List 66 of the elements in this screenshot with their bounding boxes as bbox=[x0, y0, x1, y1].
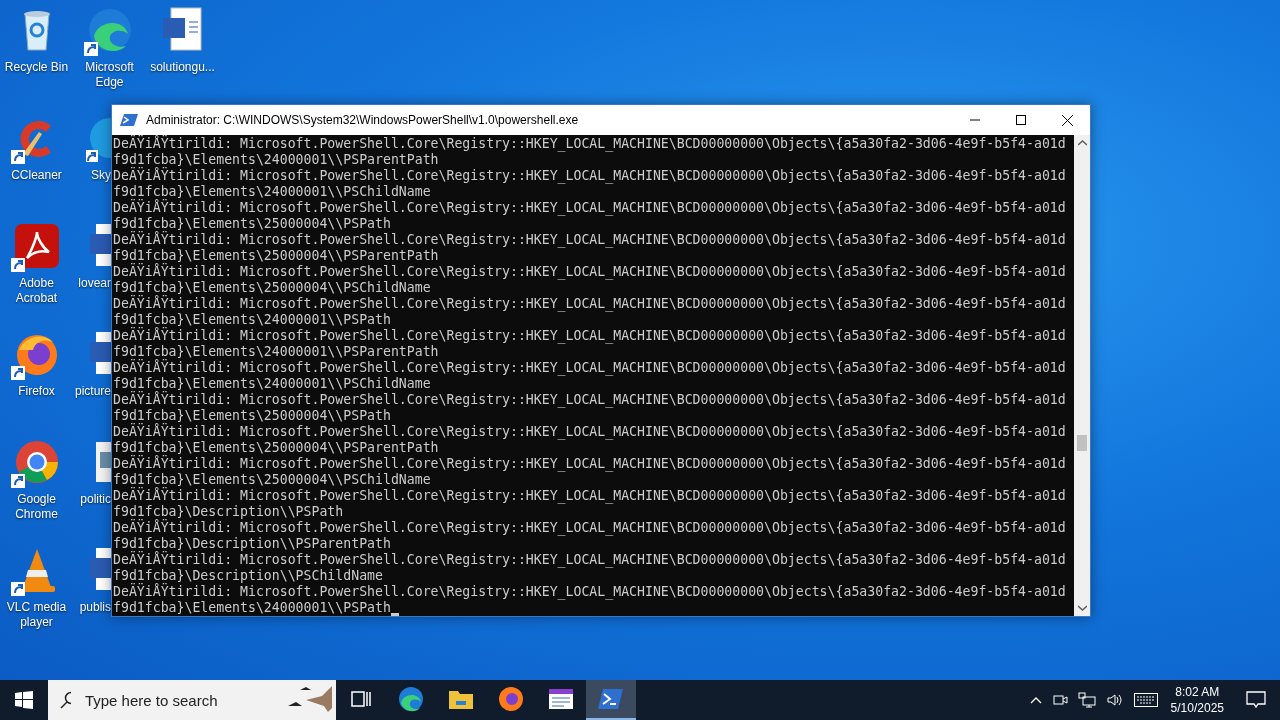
console-line: DeÄŸiÅŸtirildi: Microsoft.PowerShell.Core\Registry::HKEY_LOCAL_MACHINE\BCD00000000\Objects\{a5a30fa2-3d06-4e9f-b5f4-a01d bbox=[113, 584, 1067, 600]
console-line: f9d1fcba}\Elements\25000004\\PSParentPath bbox=[113, 440, 440, 456]
clock[interactable]: 8:02 AM 5/10/2025 bbox=[1162, 684, 1232, 716]
icon-label[interactable]: politic bbox=[80, 492, 111, 507]
scroll-down-icon[interactable] bbox=[1077, 605, 1087, 611]
console-line: f9d1fcba}\Elements\24000001\\PSChildName bbox=[113, 184, 432, 200]
console-line: f9d1fcba}\Elements\25000004\\PSPath bbox=[113, 216, 392, 232]
firefox-icon bbox=[498, 686, 524, 712]
icon-label[interactable]: picture bbox=[74, 384, 111, 399]
close-icon bbox=[1061, 114, 1073, 126]
edge-icon bbox=[398, 686, 424, 712]
window-app-icon bbox=[547, 687, 575, 711]
scrollbar[interactable] bbox=[1074, 135, 1090, 616]
console-line: f9d1fcba}\Elements\25000004\\PSChildName bbox=[113, 472, 432, 488]
console-line: f9d1fcba}\Description\\PSPath bbox=[113, 504, 345, 520]
console-line: DeÄŸiÅŸtirildi: Microsoft.PowerShell.Core\Registry::HKEY_LOCAL_MACHINE\BCD00000000\Objects\{a5a30fa2-3d06-4e9f-b5f4-a01d bbox=[113, 552, 1067, 568]
icon-label[interactable]: Microsoft Edge bbox=[73, 60, 146, 90]
icon-label[interactable]: Recycle Bin bbox=[4, 60, 69, 75]
icon-label[interactable]: Adobe Acrobat bbox=[0, 276, 73, 306]
console-line: DeÄŸiÅŸtirildi: Microsoft.PowerShell.Core\Registry::HKEY_LOCAL_MACHINE\BCD00000000\Objects\{a5a30fa2-3d06-4e9f-b5f4-a01d bbox=[113, 168, 1067, 184]
chrome-icon[interactable] bbox=[12, 438, 61, 486]
scroll-up-icon[interactable] bbox=[1077, 140, 1087, 146]
console-line: f9d1fcba}\Elements\24000001\\PSPath bbox=[113, 312, 392, 328]
console-line: DeÄŸiÅŸtirildi: Microsoft.PowerShell.Core\Registry::HKEY_LOCAL_MACHINE\BCD00000000\Objects\{a5a30fa2-3d06-4e9f-b5f4-a01d bbox=[113, 232, 1067, 248]
console-line: f9d1fcba}\Elements\24000001\\PSParentPath bbox=[113, 344, 440, 360]
icon-label[interactable]: lovear bbox=[78, 276, 111, 291]
console-line: f9d1fcba}\Elements\24000001\\PSPath bbox=[113, 600, 1074, 616]
icon-label[interactable]: Google Chrome bbox=[0, 492, 73, 522]
console-line: DeÄŸiÅŸtirildi: Microsoft.PowerShell.Core\Registry::HKEY_LOCAL_MACHINE\BCD00000000\Objects\{a5a30fa2-3d06-4e9f-b5f4-a01d bbox=[113, 488, 1067, 504]
console-line: f9d1fcba}\Elements\24000001\\PSChildName bbox=[113, 376, 432, 392]
windows-logo-icon bbox=[15, 691, 33, 709]
console-line: f9d1fcba}\Description\\PSParentPath bbox=[113, 536, 392, 552]
search-bar[interactable]: Type here to search bbox=[48, 680, 336, 720]
console-line: DeÄŸiÅŸtirildi: Microsoft.PowerShell.Core\Registry::HKEY_LOCAL_MACHINE\BCD00000000\Objects\{a5a30fa2-3d06-4e9f-b5f4-a01d bbox=[113, 456, 1067, 472]
task-view-icon bbox=[350, 689, 372, 709]
edge-icon[interactable] bbox=[85, 6, 134, 54]
console-line: f9d1fcba}\Elements\25000004\\PSParentPath bbox=[113, 248, 440, 264]
console-line: f9d1fcba}\Elements\25000004\\PSChildName bbox=[113, 280, 432, 296]
icon-label[interactable]: publis bbox=[79, 600, 111, 615]
powershell-icon bbox=[598, 688, 624, 710]
search-icon bbox=[60, 691, 71, 709]
console-line: DeÄŸiÅŸtirildi: Microsoft.PowerShell.Core\Registry::HKEY_LOCAL_MACHINE\BCD00000000\Objects\{a5a30fa2-3d06-4e9f-b5f4-a01d bbox=[113, 360, 1067, 376]
icon-label[interactable]: CCleaner bbox=[11, 168, 62, 183]
maximize-icon bbox=[1016, 115, 1026, 125]
console-line: DeÄŸiÅŸtirildi: Microsoft.PowerShell.Core\Registry::HKEY_LOCAL_MACHINE\BCD00000000\Objects\{a5a30fa2-3d06-4e9f-b5f4-a01d bbox=[113, 264, 1067, 280]
window-title: Administrator: C:\WINDOWS\System32\WindowsPowerShell\v1.0\powershell.exe bbox=[146, 113, 580, 127]
scroll-thumb[interactable] bbox=[1077, 435, 1087, 451]
acrobat-icon[interactable] bbox=[12, 222, 61, 270]
icon-label[interactable]: solutiongu... bbox=[150, 60, 215, 75]
console-line: f9d1fcba}\Description\\PSChildName bbox=[113, 568, 384, 584]
console-line: DeÄŸiÅŸtirildi: Microsoft.PowerShell.Core\Registry::HKEY_LOCAL_MACHINE\BCD00000000\Objects\{a5a30fa2-3d06-4e9f-b5f4-a01d bbox=[113, 328, 1067, 344]
console-line: DeÄŸiÅŸtirildi: Microsoft.PowerShell.Core\Registry::HKEY_LOCAL_MACHINE\BCD00000000\Objects\{a5a30fa2-3d06-4e9f-b5f4-a01d bbox=[113, 392, 1067, 408]
console-line: f9d1fcba}\Elements\24000001\\PSParentPath bbox=[113, 152, 440, 168]
text-cursor bbox=[390, 613, 399, 616]
console-line: DeÄŸiÅŸtirildi: Microsoft.PowerShell.Core\Registry::HKEY_LOCAL_MACHINE\BCD00000000\Objects\{a5a30fa2-3d06-4e9f-b5f4-a01d bbox=[113, 200, 1067, 216]
powershell-icon bbox=[120, 113, 138, 127]
console-line: f9d1fcba}\Elements\25000004\\PSPath bbox=[113, 408, 392, 424]
console-line: DeÄŸiÅŸtirildi: Microsoft.PowerShell.Core\Registry::HKEY_LOCAL_MACHINE\BCD00000000\Objects\{a5a30fa2-3d06-4e9f-b5f4-a01d bbox=[113, 424, 1067, 440]
icon-label[interactable]: VLC media player bbox=[0, 600, 73, 630]
console-line: DeÄŸiÅŸtirildi: Microsoft.PowerShell.Core\Registry::HKEY_LOCAL_MACHINE\BCD00000000\Objects\{a5a30fa2-3d06-4e9f-b5f4-a01d bbox=[113, 136, 1067, 152]
search-field[interactable]: Type here to search bbox=[82, 690, 286, 710]
console-line: DeÄŸiÅŸtirildi: Microsoft.PowerShell.Core\Registry::HKEY_LOCAL_MACHINE\BCD00000000\Objects\{a5a30fa2-3d06-4e9f-b5f4-a01d bbox=[113, 296, 1067, 312]
console-line: DeÄŸiÅŸtirildi: Microsoft.PowerShell.Core\Registry::HKEY_LOCAL_MACHINE\BCD00000000\Objects\{a5a30fa2-3d06-4e9f-b5f4-a01d bbox=[113, 520, 1067, 536]
icon-label[interactable]: Sky bbox=[91, 168, 111, 183]
icon-label[interactable]: Firefox bbox=[18, 384, 55, 399]
folder-icon bbox=[448, 688, 474, 710]
